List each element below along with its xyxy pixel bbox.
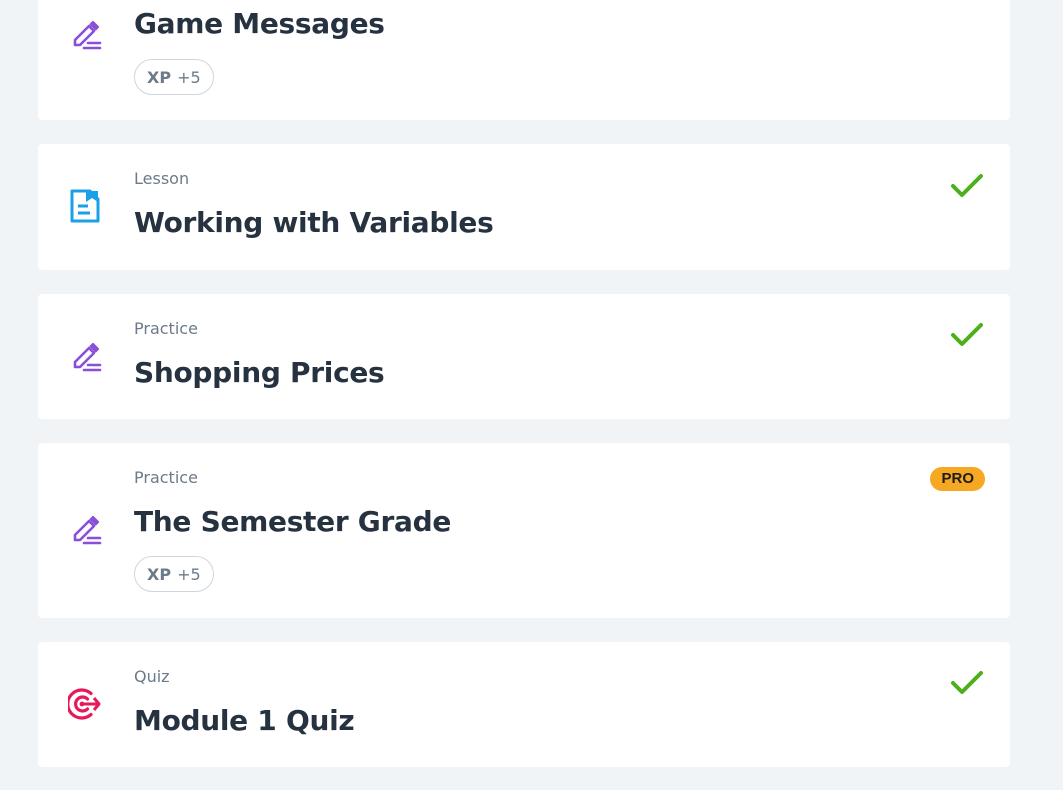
check-icon — [950, 171, 984, 201]
target-icon — [68, 687, 102, 721]
check-icon — [950, 320, 984, 350]
module-item-list: Game Messages XP +5 Lesson Working with … — [0, 0, 1063, 790]
pencil-icon — [68, 338, 102, 372]
module-item-shopping-prices[interactable]: Practice Shopping Prices — [38, 294, 1010, 419]
module-item-title: Shopping Prices — [134, 356, 385, 389]
module-item-type: Quiz — [134, 667, 170, 686]
module-item-working-with-variables[interactable]: Lesson Working with Variables — [38, 144, 1010, 270]
module-item-title: The Semester Grade — [134, 505, 452, 538]
xp-badge: XP +5 — [134, 556, 214, 592]
pro-badge: PRO — [930, 467, 985, 491]
module-item-the-semester-grade[interactable]: Practice The Semester Grade XP +5 PRO — [38, 443, 1010, 618]
module-item-type: Practice — [134, 468, 198, 487]
module-item-title: Working with Variables — [134, 206, 494, 239]
pencil-icon — [68, 16, 102, 50]
module-item-type: Lesson — [134, 169, 190, 188]
xp-value: +5 — [177, 67, 201, 87]
xp-label: XP — [147, 67, 172, 87]
check-icon — [950, 668, 984, 698]
module-item-game-messages[interactable]: Game Messages XP +5 — [38, 0, 1010, 120]
module-item-type: Practice — [134, 319, 198, 338]
module-item-title: Game Messages — [134, 7, 385, 40]
document-icon — [68, 189, 102, 223]
xp-value: +5 — [177, 564, 201, 584]
module-item-module-1-quiz[interactable]: Quiz Module 1 Quiz — [38, 642, 1010, 767]
xp-label: XP — [147, 564, 172, 584]
xp-badge: XP +5 — [134, 59, 214, 95]
module-item-title: Module 1 Quiz — [134, 704, 355, 737]
pencil-icon — [68, 511, 102, 545]
